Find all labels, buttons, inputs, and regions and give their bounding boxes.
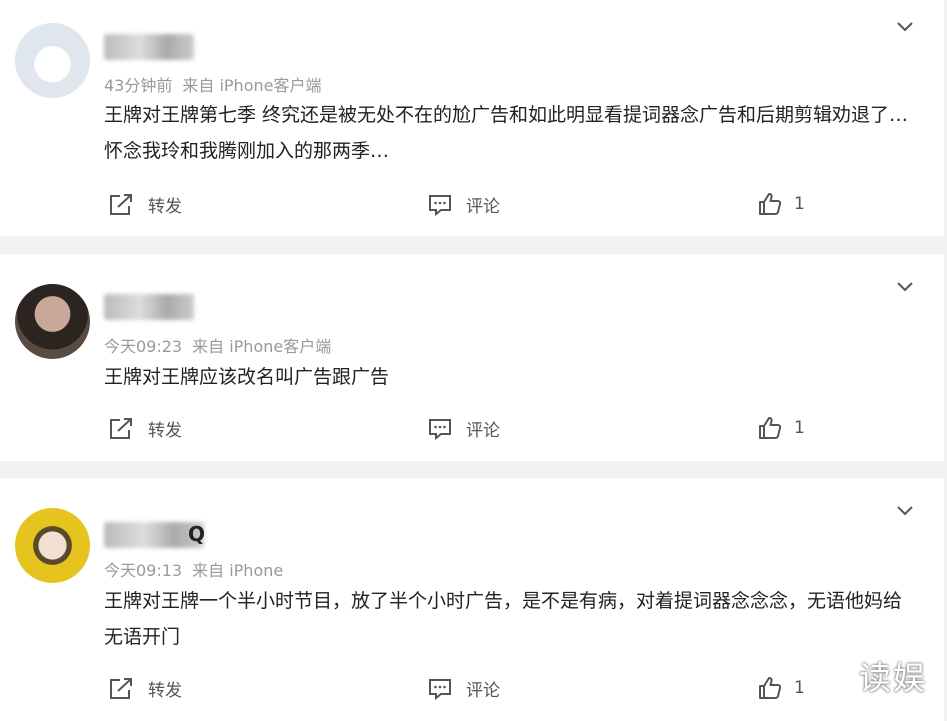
like-count: 1 [794,194,805,214]
avatar[interactable] [15,284,90,359]
avatar[interactable] [15,508,90,583]
like-button[interactable]: 1 [758,676,805,700]
comment-time: 今天09:13 [104,561,183,580]
username-visible-part[interactable]: Q [188,522,205,546]
comment-meta: 今天09:23 来自 iPhone客户端 [104,333,331,357]
comment-button[interactable]: 评论 [428,416,500,441]
comment-label: 评论 [466,197,500,217]
like-count: 1 [794,678,805,698]
comment-button[interactable]: 评论 [428,676,500,701]
comment-source: 来自 iPhone客户端 [182,76,322,95]
forward-button[interactable]: 转发 [108,676,182,701]
comment-text: 王牌对王牌应该改名叫广告跟广告 [104,366,390,388]
forward-button[interactable]: 转发 [108,416,182,441]
chevron-down-icon[interactable] [896,278,914,296]
comment-icon [429,194,451,216]
comment-meta: 43分钟前 来自 iPhone客户端 [104,72,321,96]
chevron-down-icon[interactable] [896,502,914,520]
like-button[interactable]: 1 [758,416,805,440]
forward-button[interactable]: 转发 [108,192,182,217]
comment-label: 评论 [466,421,500,441]
forward-label: 转发 [148,681,182,701]
comment-text: 王牌对王牌第七季 终究还是被无处不在的尬广告和如此明显看提词器念广告和后期剪辑劝… [104,104,909,162]
share-icon [110,193,132,215]
avatar[interactable] [15,23,90,98]
comment-time: 43分钟前 [104,76,173,95]
thumbs-up-icon [759,193,782,215]
comment-card: 今天09:23 来自 iPhone客户端 王牌对王牌应该改名叫广告跟广告 转发 评… [0,254,944,461]
comment-button[interactable]: 评论 [428,192,500,217]
forward-label: 转发 [148,197,182,217]
username-blurred[interactable] [104,34,194,60]
comment-source: 来自 iPhone [192,561,284,580]
like-button[interactable]: 1 [758,192,805,216]
like-count: 1 [794,418,805,438]
comment-icon [429,418,451,440]
thumbs-up-icon [759,417,782,439]
comment-label: 评论 [466,681,500,701]
comment-text: 王牌对王牌一个半小时节目，放了半个小时广告，是不是有病，对着提词器念念念，无语他… [104,590,903,648]
share-icon [110,417,132,439]
username-blurred[interactable] [104,294,194,320]
comment-card: 43分钟前 来自 iPhone客户端 王牌对王牌第七季 终究还是被无处不在的尬广告… [0,0,944,236]
forward-label: 转发 [148,421,182,441]
share-icon [110,677,132,699]
comment-source: 来自 iPhone客户端 [192,337,332,356]
thumbs-up-icon [759,677,782,699]
watermark: 读娱 [858,659,927,697]
comment-icon [429,678,451,700]
comment-time: 今天09:23 [104,337,183,356]
chevron-down-icon[interactable] [896,18,914,36]
comment-card: Q 今天09:13 来自 iPhone 王牌对王牌一个半小时节目，放了半个小时广告… [0,478,944,721]
comment-meta: 今天09:13 来自 iPhone [104,557,283,581]
